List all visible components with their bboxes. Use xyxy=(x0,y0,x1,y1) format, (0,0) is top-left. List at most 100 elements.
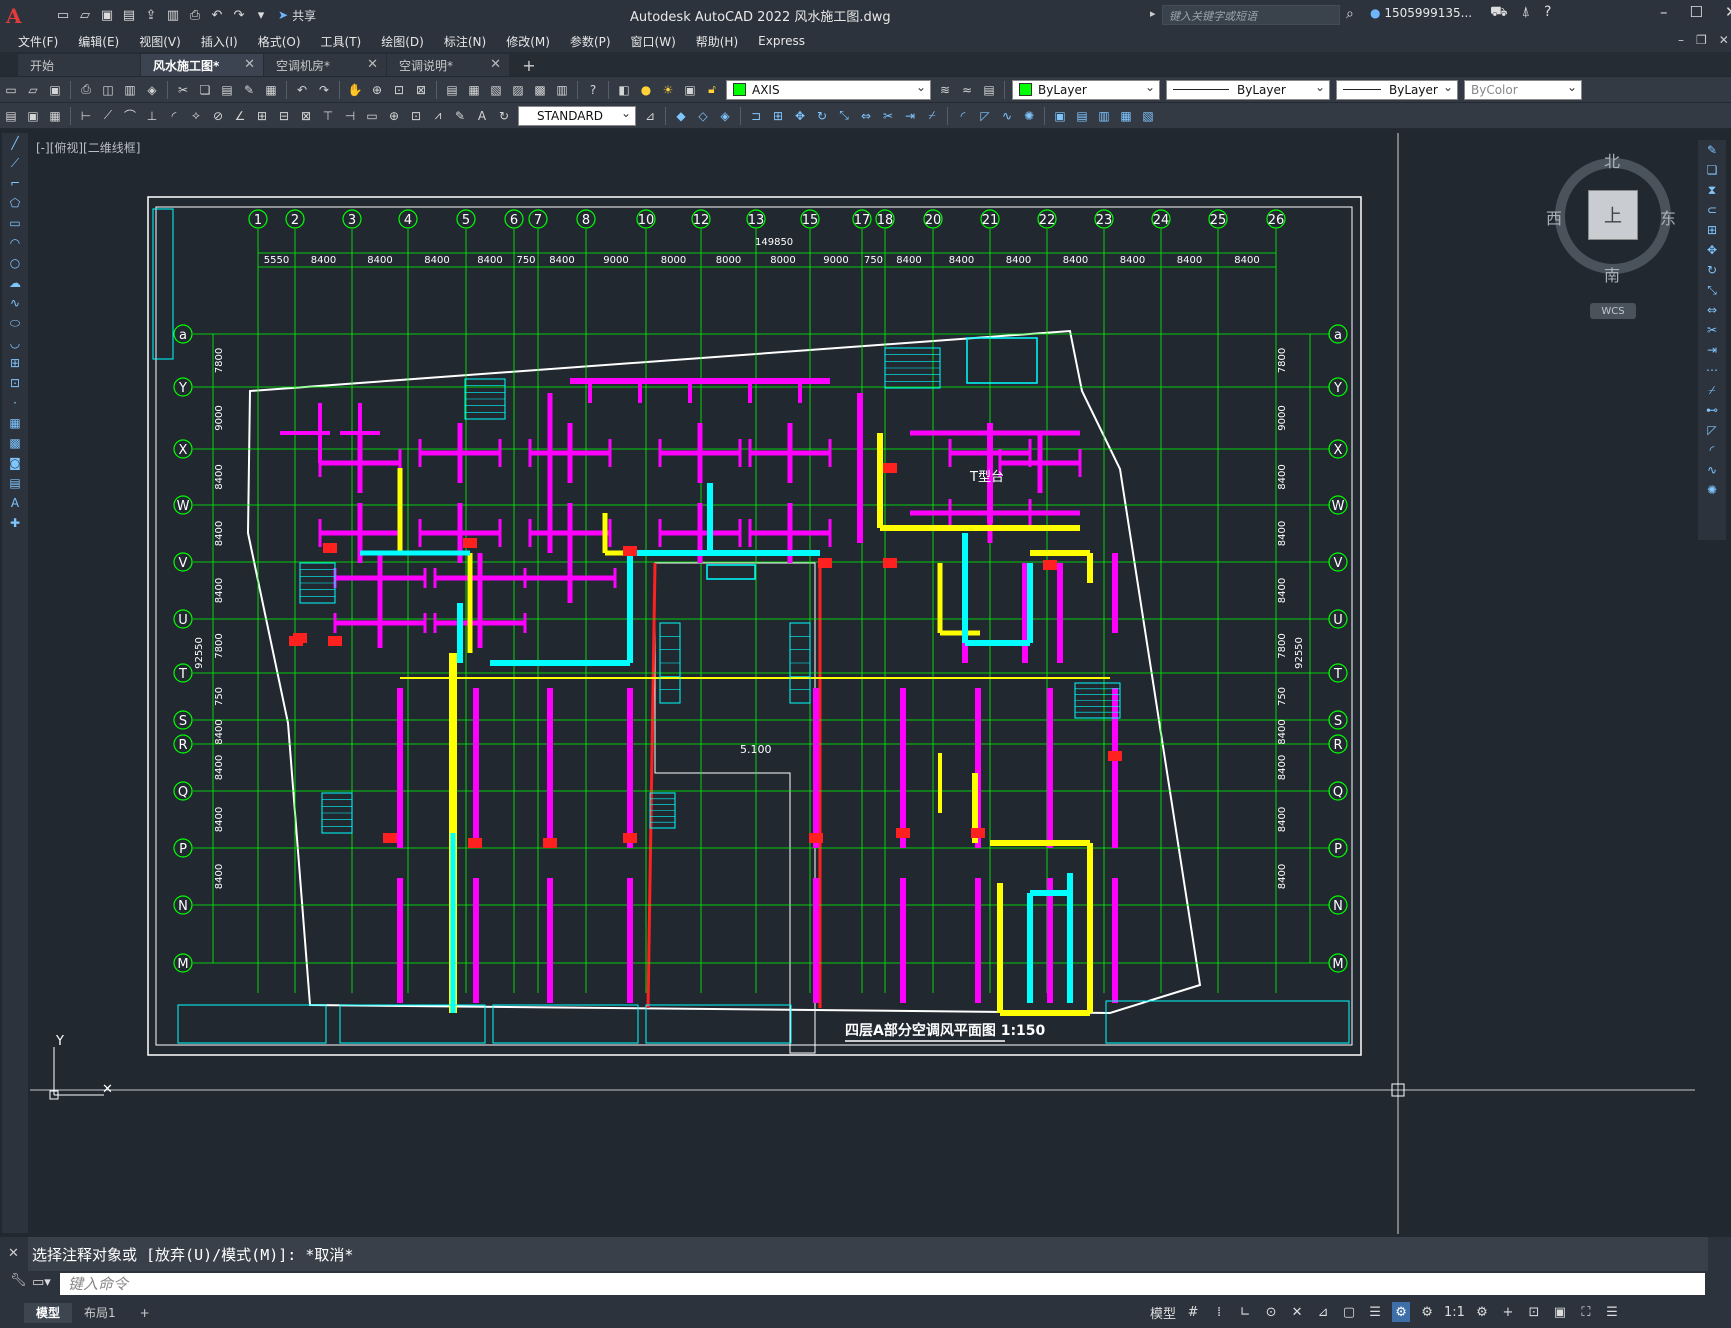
save-icon[interactable]: ▣ xyxy=(98,6,116,24)
explode-icon[interactable]: ✺ xyxy=(1020,107,1038,125)
help-icon[interactable]: ? xyxy=(584,81,602,99)
tab-layout1[interactable]: 布局1 xyxy=(72,1303,128,1323)
menu-express[interactable]: Express xyxy=(748,34,815,48)
redo-icon[interactable]: ↷ xyxy=(230,6,248,24)
minimize-icon[interactable]: – xyxy=(1660,3,1668,21)
break-icon[interactable]: ⌿ xyxy=(1700,380,1724,400)
sheet-set-icon[interactable]: ▨ xyxy=(509,81,527,99)
command-prompt-icon[interactable]: ▭▾ xyxy=(32,1275,51,1290)
copy-object-icon[interactable]: ◇ xyxy=(694,107,712,125)
help-icon[interactable]: ? xyxy=(1544,4,1551,22)
rotate-icon[interactable]: ↻ xyxy=(1700,260,1724,280)
angular-dim-icon[interactable]: ∠ xyxy=(231,107,249,125)
search-input[interactable]: 键入关键字或短语 xyxy=(1162,5,1340,25)
menu-dimension[interactable]: 标注(N) xyxy=(434,33,496,50)
dim-text-edit-icon[interactable]: A xyxy=(473,107,491,125)
text-style-dropdown[interactable]: STANDARD xyxy=(518,105,636,126)
menu-edit[interactable]: 编辑(E) xyxy=(68,33,129,50)
tab-model[interactable]: 模型 xyxy=(24,1302,73,1323)
snap-icon[interactable]: ⁞ xyxy=(1210,1302,1228,1322)
annotation-visibility-icon[interactable]: ⚙ xyxy=(1392,1302,1411,1322)
viewcube-top-face[interactable]: 上 xyxy=(1588,190,1638,240)
cmd-close-icon[interactable]: ✕ xyxy=(8,1246,19,1261)
diameter-dim-icon[interactable]: ⊘ xyxy=(209,107,227,125)
app-logo[interactable]: A xyxy=(6,4,32,28)
maximize-icon[interactable]: ☐ xyxy=(1690,3,1703,21)
layer-previous-icon[interactable]: ≈ xyxy=(958,81,976,99)
make-block-icon[interactable]: ⊡ xyxy=(4,373,26,393)
search-expand-icon[interactable]: ▸ xyxy=(1150,7,1156,20)
block-editor-icon[interactable]: ▦ xyxy=(262,81,280,99)
menu-draw[interactable]: 绘图(D) xyxy=(371,33,434,50)
wcs-menu[interactable]: WCS xyxy=(1590,303,1636,319)
circle-icon[interactable]: ○ xyxy=(4,253,26,273)
customize-icon[interactable]: 🔧︎ xyxy=(10,1273,27,1288)
chamfer-icon[interactable]: ◸ xyxy=(976,107,994,125)
menu-insert[interactable]: 插入(I) xyxy=(191,33,248,50)
customization-icon[interactable]: ☰ xyxy=(1603,1302,1621,1322)
layer-states-icon[interactable]: ▤ xyxy=(980,81,998,99)
settings-icon[interactable]: ⚙ xyxy=(1473,1302,1491,1322)
new-icon[interactable]: ▭ xyxy=(2,81,20,99)
zoom-window-icon[interactable]: ⊡ xyxy=(390,81,408,99)
layer-lock-icon[interactable]: 🔓︎ xyxy=(703,81,721,99)
break-at-point-icon[interactable]: ⋯ xyxy=(1700,360,1724,380)
dim-style-icon[interactable]: ⊿ xyxy=(641,107,659,125)
stretch-icon[interactable]: ⇔ xyxy=(857,107,875,125)
hatch-icon[interactable]: ▦ xyxy=(4,413,26,433)
layer-dropdown[interactable]: AXIS xyxy=(726,79,931,100)
offset-icon[interactable]: ⊂ xyxy=(1700,200,1724,220)
array-icon[interactable]: ⊞ xyxy=(769,107,787,125)
app-store-icon[interactable]: ⍋ xyxy=(1522,4,1530,22)
blend-icon[interactable]: ∿ xyxy=(998,107,1016,125)
tool-icon[interactable]: ▦ xyxy=(46,107,64,125)
markup-icon[interactable]: ▩ xyxy=(531,81,549,99)
viewcube-west[interactable]: 西 xyxy=(1546,205,1562,229)
tab-start[interactable]: 开始 xyxy=(18,54,140,76)
preview-icon[interactable]: ◫ xyxy=(99,81,117,99)
lineweight-icon[interactable]: ☰ xyxy=(1366,1302,1384,1322)
insert-block-icon[interactable]: ⊞ xyxy=(4,353,26,373)
zoom-realtime-icon[interactable]: ⊕ xyxy=(368,81,386,99)
plot-icon[interactable]: ⎙ xyxy=(186,6,204,24)
jogged-linear-icon[interactable]: ⩘ xyxy=(429,107,447,125)
extend-icon[interactable]: ⇥ xyxy=(901,107,919,125)
doc-restore-icon[interactable]: ❐ xyxy=(1696,33,1707,47)
move-icon[interactable]: ✥ xyxy=(1700,240,1724,260)
tab-close-icon[interactable]: ✕ xyxy=(367,57,378,72)
design-center-icon[interactable]: ▦ xyxy=(465,81,483,99)
polyline-icon[interactable]: ⌐ xyxy=(4,173,26,193)
doc-minimize-icon[interactable]: – xyxy=(1678,33,1684,47)
layer-thaw-icon[interactable]: ☀ xyxy=(659,81,677,99)
user-account[interactable]: ● 1505999135... xyxy=(1370,6,1472,20)
customize-dropdown-icon[interactable]: ▾ xyxy=(252,6,270,24)
make-current-layer-icon[interactable]: ≋ xyxy=(936,81,954,99)
table-icon[interactable]: ▤ xyxy=(4,473,26,493)
point-icon[interactable]: · xyxy=(4,393,26,413)
quick-properties-icon[interactable]: ▣ xyxy=(1551,1302,1569,1322)
tab-ac-notes[interactable]: 空调说明* ✕ xyxy=(387,54,509,76)
menu-tools[interactable]: 工具(T) xyxy=(311,33,372,50)
spline-icon[interactable]: ∿ xyxy=(4,293,26,313)
add-selected-icon[interactable]: ✚ xyxy=(4,513,26,533)
baseline-dim-icon[interactable]: ⊟ xyxy=(275,107,293,125)
redo-icon[interactable]: ↷ xyxy=(315,81,333,99)
center-mark-icon[interactable]: ⊕ xyxy=(385,107,403,125)
search-icon[interactable]: ⌕ xyxy=(1346,6,1354,22)
add-layout-button[interactable]: + xyxy=(128,1303,162,1323)
tool-icon[interactable]: ▣ xyxy=(24,107,42,125)
publish-icon[interactable]: ▥ xyxy=(164,6,182,24)
upload-icon[interactable]: ⇪ xyxy=(142,6,160,24)
layer-properties-icon[interactable]: ◧ xyxy=(615,81,633,99)
viewcube-north[interactable]: 北 xyxy=(1604,148,1620,172)
zoom-previous-icon[interactable]: ⊠ xyxy=(412,81,430,99)
tool-icon[interactable]: ▤ xyxy=(1073,107,1091,125)
plot-icon[interactable]: ⎙ xyxy=(77,81,95,99)
explode-icon[interactable]: ✺ xyxy=(1700,480,1724,500)
scale-icon[interactable]: ⤡ xyxy=(1700,280,1724,300)
menu-file[interactable]: 文件(F) xyxy=(8,33,68,50)
move-icon[interactable]: ✥ xyxy=(791,107,809,125)
tab-drawing-main[interactable]: 风水施工图* ✕ xyxy=(141,54,263,76)
copy-icon[interactable]: ❏ xyxy=(1700,160,1724,180)
ellipse-arc-icon[interactable]: ◡ xyxy=(4,333,26,353)
